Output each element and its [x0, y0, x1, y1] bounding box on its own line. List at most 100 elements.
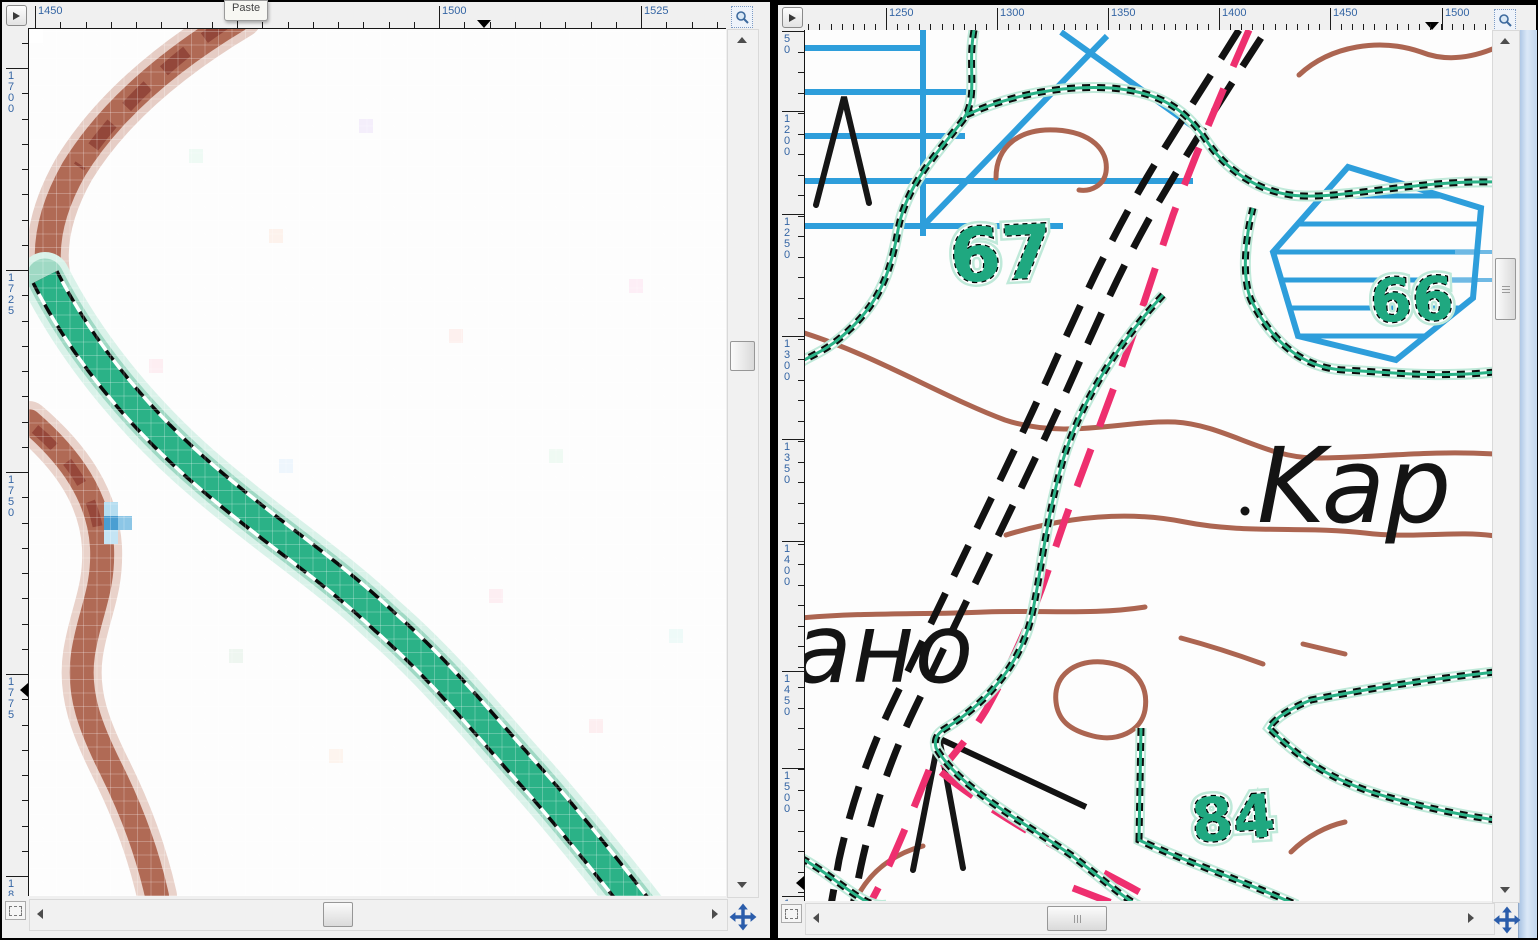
ruler-tick [591, 22, 592, 28]
ruler-unit-label: 1775 [8, 677, 19, 721]
scroll-left-icon [37, 909, 43, 919]
vertical-scrollbar-left[interactable] [727, 29, 759, 898]
horizontal-scrollbar-right[interactable] [805, 903, 1495, 935]
ruler-tick [798, 277, 804, 278]
horizontal-scrollbar-left[interactable] [29, 899, 728, 931]
ruler-tick [798, 52, 804, 53]
ruler-tick [798, 790, 804, 791]
ruler-tick [666, 22, 667, 28]
svg-text:84: 84 [1189, 781, 1277, 857]
ruler-tick [136, 22, 137, 28]
thumb-grip [1077, 915, 1078, 923]
ruler-tick [111, 22, 112, 28]
ruler-tick [22, 497, 28, 498]
ruler-unit-label: 18 [8, 879, 19, 896]
ruler-tick [187, 22, 188, 28]
vertical-scroll-thumb[interactable] [730, 341, 755, 371]
quick-mask-button[interactable] [781, 904, 802, 923]
ruler-tick [540, 22, 541, 28]
place-name-ano: ано [805, 593, 973, 705]
ruler-tick [798, 175, 804, 176]
settlement-dot [1241, 507, 1250, 516]
ruler-major-tick [782, 671, 804, 672]
ruler-tick [22, 396, 28, 397]
scroll-left-button[interactable] [806, 904, 826, 932]
ruler-tick [798, 154, 804, 155]
ruler-tick [22, 447, 28, 448]
zoom-follow-button[interactable] [731, 6, 753, 28]
h-ruler-left[interactable]: 1450147515001525 [28, 5, 726, 29]
scroll-right-button[interactable] [1461, 904, 1481, 932]
pan-button[interactable] [1490, 903, 1523, 936]
quick-mask-button[interactable] [5, 901, 26, 920]
window-edge-strip [1518, 30, 1537, 938]
pan-button[interactable] [726, 900, 759, 933]
canvas-left[interactable] [29, 29, 726, 896]
scroll-up-icon [737, 37, 747, 43]
ruler-tick [22, 699, 28, 700]
vertical-scroll-thumb[interactable] [1495, 258, 1516, 320]
ruler-tick [22, 295, 28, 296]
paste-tooltip: Paste [224, 0, 268, 21]
horizontal-scroll-thumb[interactable] [323, 902, 353, 927]
ruler-tick [22, 548, 28, 549]
scroll-down-icon [737, 882, 747, 888]
ruler-unit-label: 1525 [644, 5, 668, 17]
zoom-follow-button[interactable] [1494, 9, 1516, 31]
ruler-unit-label: 50 [784, 34, 795, 56]
ruler-tick [22, 826, 28, 827]
ruler-major-tick [782, 541, 804, 542]
ruler-tick [798, 113, 804, 114]
ruler-unit-label: 1450 [38, 5, 62, 17]
ruler-tick [798, 400, 804, 401]
ruler-unit-label: 1250 [889, 7, 913, 19]
blue-pixel [104, 502, 132, 544]
ruler-tick [313, 22, 314, 28]
tooltip-label: Paste [232, 2, 260, 14]
contour-line-pixels-lower [29, 421, 157, 896]
ruler-unit-label: 1500 [442, 5, 466, 17]
ruler-tick [22, 93, 28, 94]
svg-text:66: 66 [1369, 264, 1455, 337]
scroll-left-button[interactable] [30, 900, 50, 928]
menu-button[interactable] [782, 7, 803, 28]
ruler-tick [798, 359, 804, 360]
ruler-tick [798, 544, 804, 545]
h-ruler-right[interactable]: 125013001350140014501500 [804, 7, 1493, 31]
quick-mask-icon [9, 906, 22, 916]
scroll-down-button[interactable] [1493, 880, 1517, 900]
svg-text:67: 67 [947, 209, 1054, 300]
area-label-67: 67 67 67 [947, 209, 1054, 300]
ruler-tick [798, 462, 804, 463]
ruler-tick [798, 687, 804, 688]
ruler-tick [22, 43, 28, 44]
ruler-major-tick [1330, 8, 1331, 30]
v-ruler-left[interactable]: 170017251750177518 [5, 29, 29, 896]
scroll-down-button[interactable] [728, 875, 756, 895]
ruler-tick [798, 810, 804, 811]
canvas-right[interactable]: 67 67 67 66 66 66 84 84 84 Kap ано [805, 30, 1492, 901]
ruler-tick [798, 667, 804, 668]
ruler-major-tick [782, 768, 804, 769]
ruler-tick [798, 523, 804, 524]
scroll-right-button[interactable] [705, 900, 725, 928]
scroll-right-icon [712, 909, 718, 919]
image-window-left: 1450147515001525 170017251750177518 Past… [2, 2, 770, 938]
ruler-tick [262, 22, 263, 28]
magnifier-icon [735, 10, 749, 24]
ruler-major-tick [782, 896, 804, 897]
ruler-tick [60, 22, 61, 28]
scroll-up-button[interactable] [1493, 31, 1517, 51]
menu-button[interactable] [6, 5, 27, 26]
ruler-tick [798, 749, 804, 750]
horizontal-scroll-thumb[interactable] [1047, 906, 1107, 931]
pan-icon [729, 903, 757, 931]
ruler-position-marker [796, 876, 804, 890]
ruler-tick [798, 872, 804, 873]
vertical-scrollbar-right[interactable] [1492, 30, 1520, 903]
ruler-unit-label: 1750 [8, 475, 19, 519]
area-label-66: 66 66 66 [1369, 264, 1455, 337]
ruler-major-tick [1108, 8, 1109, 30]
v-ruler-right[interactable]: 5012001250130013501400145015001 [781, 30, 805, 901]
scroll-up-button[interactable] [728, 30, 756, 50]
